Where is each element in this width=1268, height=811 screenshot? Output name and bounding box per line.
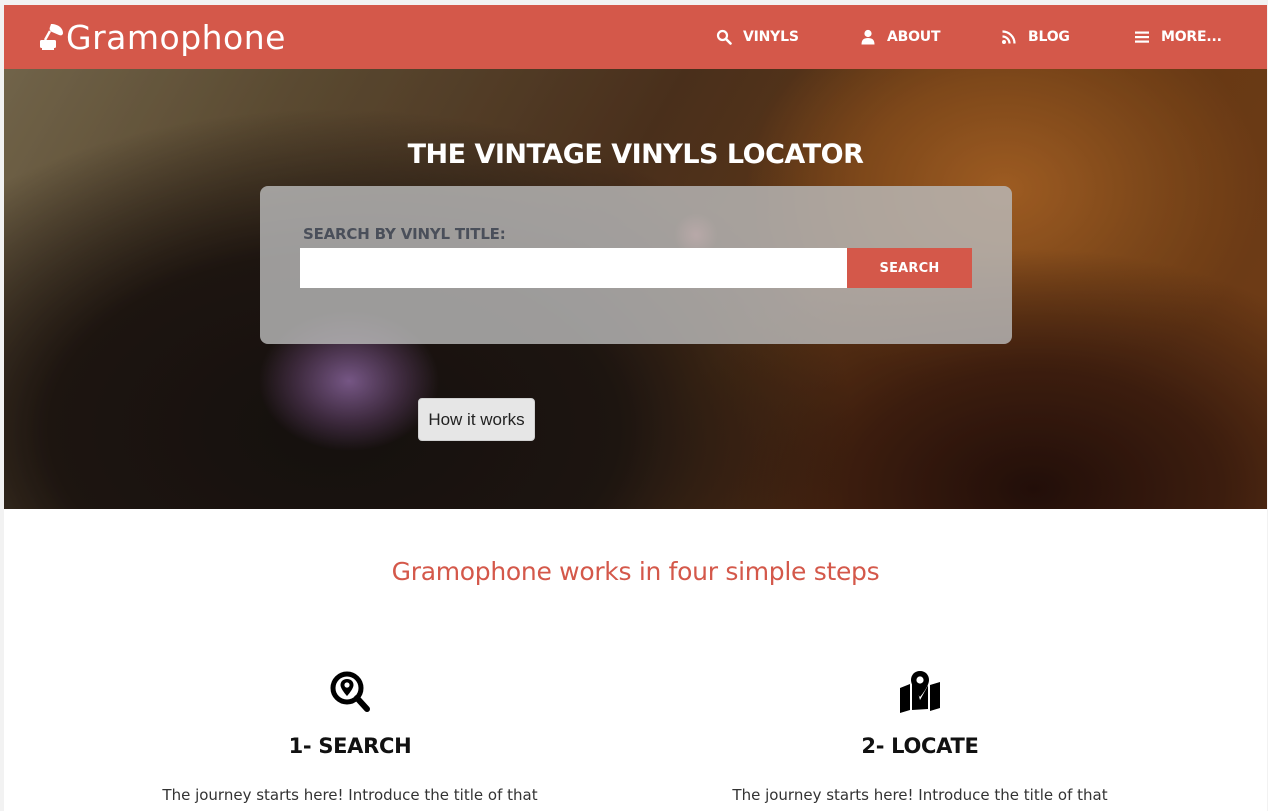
step-card-locate: 2- LOCATE The journey starts here! Intro… bbox=[720, 670, 1120, 804]
vinyl-title-search-input[interactable] bbox=[300, 248, 847, 288]
hero-title: THE VINTAGE VINYLS LOCATOR bbox=[407, 139, 864, 170]
nav-item-vinyls[interactable]: VINYLS bbox=[716, 25, 799, 49]
step-title: 1- SEARCH bbox=[288, 734, 412, 758]
map-marked-icon bbox=[900, 671, 940, 713]
step-title: 2- LOCATE bbox=[861, 734, 979, 758]
navbar: Gramophone VINYLS ABOUT BLOG MORE... bbox=[4, 5, 1267, 69]
search-label: SEARCH BY VINYL TITLE: bbox=[303, 225, 506, 243]
nav-item-more[interactable]: MORE... bbox=[1134, 25, 1222, 49]
brand-logo-link[interactable]: Gramophone bbox=[38, 13, 286, 61]
nav-item-label: BLOG bbox=[1028, 29, 1070, 45]
brand-name: Gramophone bbox=[66, 17, 286, 57]
step-description: The journey starts here! Introduce the t… bbox=[162, 786, 538, 804]
how-it-works-button[interactable]: How it works bbox=[418, 398, 535, 441]
search-panel: SEARCH BY VINYL TITLE: SEARCH bbox=[260, 186, 1012, 344]
user-icon bbox=[861, 29, 875, 45]
nav-item-blog[interactable]: BLOG bbox=[1001, 25, 1070, 49]
nav-item-label: MORE... bbox=[1161, 29, 1222, 45]
gramophone-icon bbox=[40, 24, 63, 50]
nav-item-label: ABOUT bbox=[887, 29, 941, 45]
steps-heading: Gramophone works in four simple steps bbox=[391, 557, 880, 586]
search-button[interactable]: SEARCH bbox=[847, 248, 972, 288]
menu-icon bbox=[1135, 31, 1149, 43]
hero-banner: THE VINTAGE VINYLS LOCATOR SEARCH BY VIN… bbox=[4, 69, 1267, 509]
step-card-search: 1- SEARCH The journey starts here! Intro… bbox=[150, 670, 550, 804]
nav-item-label: VINYLS bbox=[743, 29, 799, 45]
rss-icon bbox=[1002, 30, 1016, 44]
search-icon bbox=[716, 29, 732, 45]
step-description: The journey starts here! Introduce the t… bbox=[732, 786, 1108, 804]
nav-item-about[interactable]: ABOUT bbox=[860, 25, 941, 49]
page: Gramophone VINYLS ABOUT BLOG MORE... THE… bbox=[4, 5, 1267, 811]
search-location-icon bbox=[330, 671, 370, 712]
